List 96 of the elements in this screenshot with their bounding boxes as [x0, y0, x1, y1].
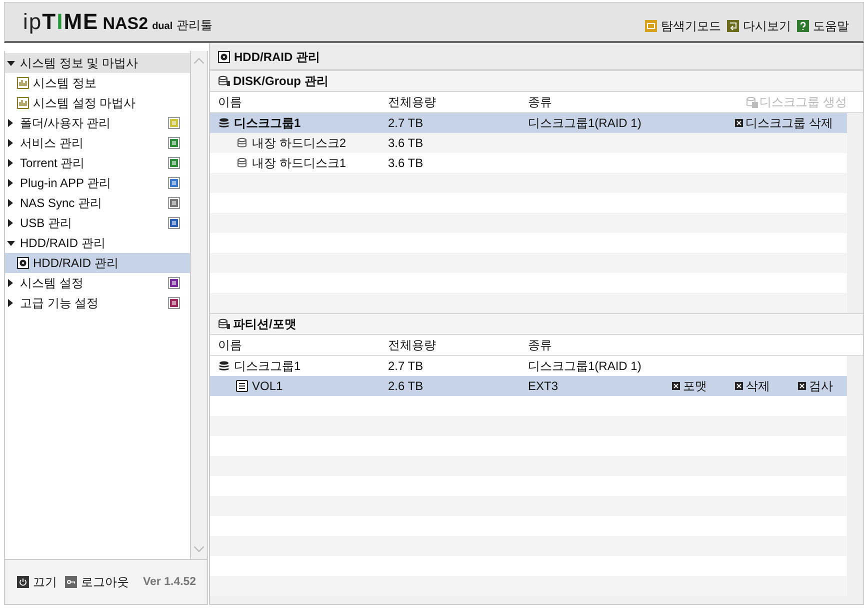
menu-icon — [168, 197, 180, 209]
help-icon — [797, 20, 809, 32]
product-name: NAS2 — [102, 14, 148, 34]
column-header: 전체용량 — [388, 94, 437, 110]
small-square-icon — [735, 382, 743, 390]
menu-icon — [168, 297, 180, 309]
header-link[interactable]: 다시보기 — [727, 18, 791, 34]
caret-right-icon — [7, 159, 15, 167]
scroll-up-icon[interactable] — [193, 57, 205, 65]
caret-right-icon — [7, 279, 15, 287]
column-header: 이름 — [218, 94, 243, 110]
page-title: HDD/RAID 관리 — [234, 48, 320, 66]
table-row[interactable]: VOL1 2.6 TB EXT3 포맷 삭제 검사 — [210, 376, 847, 396]
logo: ipTIME — [23, 9, 99, 35]
menu-group[interactable]: USB 관리 — [5, 213, 190, 233]
menu-icon — [168, 277, 180, 289]
menu-group[interactable]: 시스템 정보 및 마법사 — [5, 53, 190, 73]
menu-item[interactable]: 시스템 정보 — [5, 73, 190, 93]
row-action-link[interactable]: 검사 — [798, 378, 833, 394]
app-subtitle: 관리툴 — [176, 17, 213, 34]
header-link[interactable]: 도움말 — [797, 18, 849, 34]
caret-right-icon — [7, 299, 15, 307]
name-cell: 내장 하드디스크1 — [252, 154, 346, 172]
caret-right-icon — [7, 219, 15, 227]
menu-group[interactable]: 고급 기능 설정 — [5, 293, 190, 313]
table-row[interactable]: 내장 하드디스크1 3.6 TB — [210, 153, 847, 173]
scrollbar[interactable] — [190, 51, 207, 559]
logout-link[interactable]: 로그아웃 — [65, 574, 129, 590]
size-cell-text: 2.7 TB — [388, 116, 424, 130]
menu-group[interactable]: Plug-in APP 관리 — [5, 173, 190, 193]
size-cell-text: 2.6 TB — [388, 379, 424, 393]
disk-stack-icon — [236, 157, 248, 169]
caret-down-icon — [7, 239, 15, 247]
table-row[interactable]: 내장 하드디스크2 3.6 TB — [210, 133, 847, 153]
folder-icon — [645, 20, 657, 32]
menu-group[interactable]: 폴더/사용자 관리 — [5, 113, 190, 133]
caret-right-icon — [7, 199, 15, 207]
table-row[interactable]: 디스크그룹1 2.7 TB 디스크그룹1(RAID 1) — [210, 356, 847, 376]
menu-icon — [168, 217, 180, 229]
header-link[interactable]: 탐색기모드 — [645, 18, 721, 34]
small-square-icon — [672, 382, 680, 390]
add-disk-icon — [746, 96, 758, 108]
menu-item[interactable]: 시스템 설정 마법사 — [5, 93, 190, 113]
scroll-down-icon[interactable] — [193, 545, 205, 553]
menu-icon — [168, 177, 180, 189]
power-icon — [17, 576, 29, 588]
disk-stack-icon — [236, 137, 248, 149]
column-header: 이름 — [218, 336, 243, 354]
menu-item[interactable]: HDD/RAID 관리 — [5, 253, 190, 273]
name-cell: 디스크그룹1 — [234, 358, 301, 374]
version-label: Ver 1.4.52 — [143, 576, 196, 588]
name-cell: 내장 하드디스크2 — [252, 134, 346, 152]
disk-stack-icon — [218, 117, 230, 129]
type-cell: EXT3 — [528, 379, 558, 393]
column-header: 전체용량 — [388, 336, 437, 354]
menu-group[interactable]: NAS Sync 관리 — [5, 193, 190, 213]
menu-group[interactable]: HDD/RAID 관리 — [5, 233, 190, 253]
size-cell-text: 2.7 TB — [388, 359, 424, 373]
name-cell: VOL1 — [252, 379, 283, 393]
size-cell-text: 3.6 TB — [388, 136, 424, 150]
menu-icon — [168, 117, 180, 129]
section-title: DISK/Group 관리 — [233, 72, 328, 90]
column-header: 종류 — [528, 94, 553, 110]
menu-icon — [168, 137, 180, 149]
row-action-link[interactable]: 포맷 — [672, 378, 707, 394]
caret-right-icon — [7, 119, 15, 127]
return-icon — [727, 20, 739, 32]
size-cell-text: 3.6 TB — [388, 156, 424, 170]
menu-group[interactable]: 시스템 설정 — [5, 273, 190, 293]
small-square-icon — [798, 382, 806, 390]
section-title: 파티션/포맷 — [233, 316, 296, 332]
edition-label: dual — [152, 21, 173, 32]
row-action-link[interactable]: 삭제 — [735, 378, 770, 394]
disk-stack-icon — [218, 360, 230, 372]
power-off-link[interactable]: 끄기 — [17, 574, 57, 590]
disk-icon — [218, 51, 230, 63]
small-square-icon — [734, 119, 743, 127]
bar-chart-icon — [17, 77, 29, 89]
disk-stack-icon — [218, 318, 230, 330]
type-cell: 디스크그룹1(RAID 1) — [528, 358, 642, 372]
name-cell: 디스크그룹1 — [234, 114, 301, 132]
caret-right-icon — [7, 179, 15, 187]
key-icon — [65, 576, 77, 588]
menu-group[interactable]: Torrent 관리 — [5, 153, 190, 173]
caret-right-icon — [7, 139, 15, 147]
table-row[interactable]: 디스크그룹1 2.7 TB 디스크그룹1(RAID 1) 디스크그룹 삭제 — [210, 113, 847, 133]
type-cell: 디스크그룹1(RAID 1) — [528, 116, 642, 130]
volume-icon — [236, 380, 248, 392]
disk-icon — [17, 257, 29, 269]
row-action-link[interactable]: 디스크그룹 삭제 — [734, 114, 833, 132]
menu-group[interactable]: 서비스 관리 — [5, 133, 190, 153]
caret-down-icon — [7, 59, 15, 67]
bar-chart-icon — [17, 97, 29, 109]
menu-icon — [168, 157, 180, 169]
disk-stack-icon — [218, 75, 230, 87]
column-header: 종류 — [528, 336, 553, 354]
